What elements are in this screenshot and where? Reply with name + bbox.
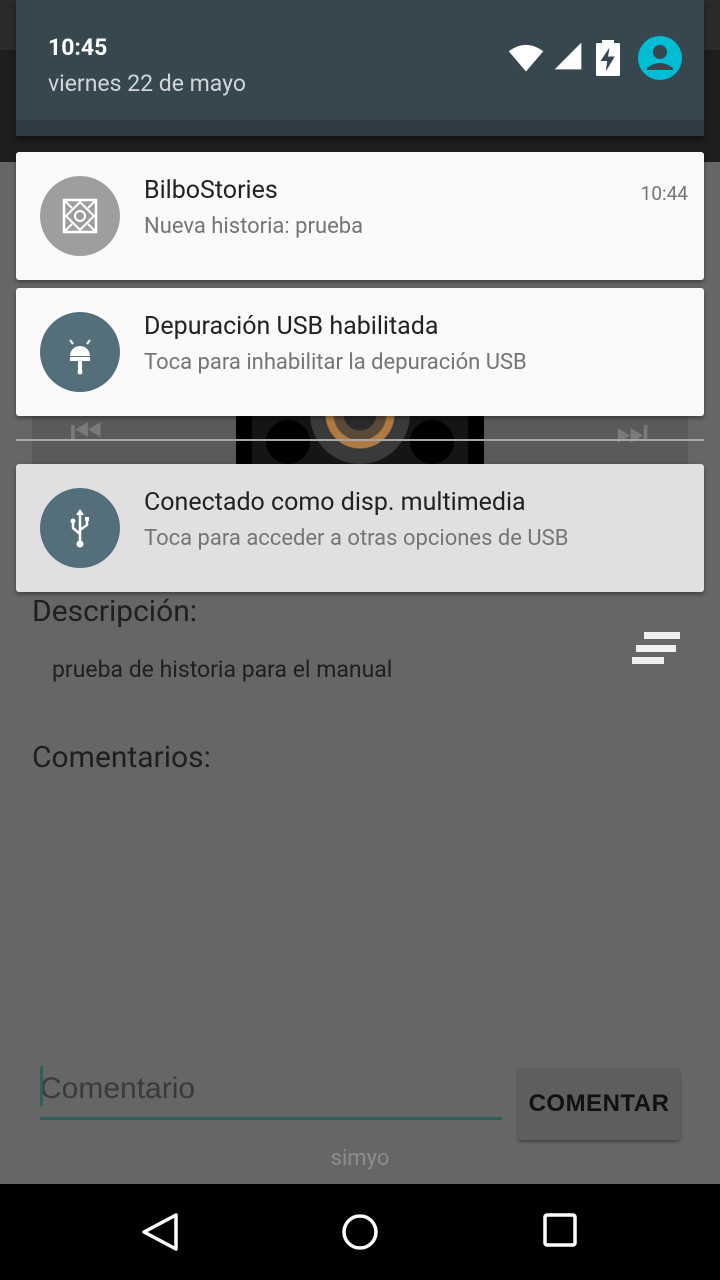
clock[interactable]: 10:45 [48,34,107,61]
notification-text: Toca para inhabilitar la depuración USB [144,350,527,375]
shade-divider [16,439,704,441]
notification-title: Conectado como disp. multimedia [144,488,526,517]
bilbostories-logo-icon [40,176,120,256]
notification-text: Toca para acceder a otras opciones de US… [144,526,569,551]
notification-shade-header: 10:45 viernes 22 de mayo [16,0,704,136]
skip-previous-icon[interactable]: ⏮ [70,414,102,450]
text-lines-icon[interactable] [630,632,682,666]
recents-icon[interactable] [542,1212,578,1248]
carrier-label: simyo [330,1146,390,1171]
description-text: prueba de historia para el manual [52,656,393,683]
notification-usb-debugging[interactable]: Depuración USB habilitada Toca para inha… [16,288,704,416]
notification-usb-media[interactable]: Conectado como disp. multimedia Toca par… [16,464,704,592]
comment-input[interactable] [40,1060,502,1120]
wifi-icon [508,44,544,72]
comment-button[interactable]: COMENTAR [518,1068,680,1140]
notification-bilbostories[interactable]: BilboStories Nueva historia: prueba 10:4… [16,152,704,280]
notification-title: BilboStories [144,176,278,205]
user-avatar-icon[interactable] [638,36,682,80]
notification-time: 10:44 [640,182,688,205]
text-cursor [40,1066,43,1106]
skip-next-icon[interactable]: ⏭ [616,414,648,450]
comments-label: Comentarios: [32,740,211,775]
date-label[interactable]: viernes 22 de mayo [48,70,246,97]
back-icon[interactable] [138,1212,182,1252]
notification-title: Depuración USB habilitada [144,312,439,341]
usb-icon [40,488,120,568]
navigation-bar [0,1184,720,1280]
description-label: Descripción: [32,594,198,629]
notification-text: Nueva historia: prueba [144,214,364,239]
android-debug-icon [40,312,120,392]
home-icon[interactable] [340,1212,380,1252]
signal-icon [554,42,582,70]
battery-charging-icon [596,40,620,76]
